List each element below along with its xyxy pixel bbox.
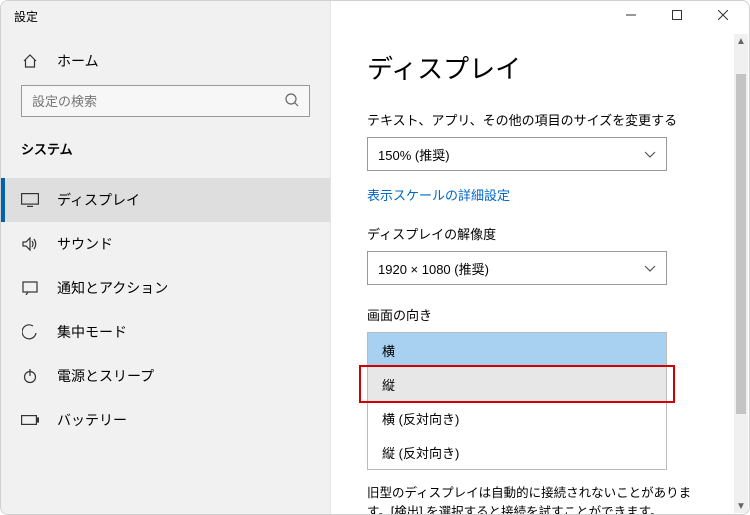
scale-dropdown[interactable]: 150% (推奨) bbox=[367, 137, 667, 171]
display-icon bbox=[21, 193, 39, 207]
scrollbar[interactable]: ▲ ▼ bbox=[734, 34, 748, 513]
sidebar-item-notifications[interactable]: 通知とアクション bbox=[1, 266, 330, 310]
sidebar-item-display[interactable]: ディスプレイ bbox=[1, 178, 330, 222]
sidebar-category: システム bbox=[1, 135, 330, 168]
chevron-down-icon bbox=[644, 261, 656, 276]
sound-icon bbox=[21, 237, 39, 251]
sidebar-item-label: 通知とアクション bbox=[57, 278, 168, 298]
sidebar-nav: ディスプレイ サウンド 通知とアクション 集中モード bbox=[1, 178, 330, 442]
close-button[interactable] bbox=[700, 0, 746, 30]
sidebar-item-label: 集中モード bbox=[57, 322, 127, 342]
search-icon bbox=[284, 92, 300, 111]
minimize-button[interactable] bbox=[608, 0, 654, 30]
orientation-option[interactable]: 縦 (反対向き) bbox=[368, 435, 666, 469]
orientation-label: 画面の向き bbox=[367, 305, 713, 324]
search-input[interactable] bbox=[21, 85, 310, 117]
home-icon bbox=[21, 53, 39, 69]
resolution-value: 1920 × 1080 (推奨) bbox=[378, 259, 489, 278]
orientation-dropdown-open[interactable]: 横 縦 横 (反対向き) 縦 (反対向き) bbox=[367, 332, 667, 470]
sidebar-item-focus[interactable]: 集中モード bbox=[1, 310, 330, 354]
sidebar-item-label: サウンド bbox=[57, 234, 113, 254]
orientation-option[interactable]: 横 bbox=[368, 333, 666, 367]
sidebar-item-battery[interactable]: バッテリー bbox=[1, 398, 330, 442]
scale-label: テキスト、アプリ、その他の項目のサイズを変更する bbox=[367, 110, 713, 129]
scale-value: 150% (推奨) bbox=[378, 145, 450, 164]
scrollbar-thumb[interactable] bbox=[736, 74, 746, 414]
battery-icon bbox=[21, 415, 39, 425]
advanced-scale-link[interactable]: 表示スケールの詳細設定 bbox=[367, 185, 510, 204]
scroll-down-icon[interactable]: ▼ bbox=[734, 499, 748, 513]
orientation-option[interactable]: 縦 bbox=[368, 367, 666, 401]
sidebar-item-label: 電源とスリープ bbox=[57, 366, 154, 386]
orientation-option[interactable]: 横 (反対向き) bbox=[368, 401, 666, 435]
resolution-label: ディスプレイの解像度 bbox=[367, 224, 713, 243]
scroll-up-icon[interactable]: ▲ bbox=[734, 34, 748, 48]
power-icon bbox=[21, 368, 39, 384]
sidebar: ホーム システム ディスプレイ サウンド bbox=[1, 1, 331, 514]
sidebar-item-label: バッテリー bbox=[57, 410, 127, 430]
chevron-down-icon bbox=[644, 147, 656, 162]
sidebar-item-power[interactable]: 電源とスリープ bbox=[1, 354, 330, 398]
notifications-icon bbox=[21, 281, 39, 295]
focus-icon bbox=[21, 324, 39, 340]
footnote-text: 旧型のディスプレイは自動的に接続されないことがあります。[検出] を選択すると接… bbox=[367, 484, 697, 514]
page-title: ディスプレイ bbox=[367, 49, 713, 86]
sidebar-item-label: ディスプレイ bbox=[57, 190, 140, 210]
window-title: 設定 bbox=[0, 8, 38, 25]
main-content: ディスプレイ テキスト、アプリ、その他の項目のサイズを変更する 150% (推奨… bbox=[331, 1, 749, 514]
sidebar-home-label: ホーム bbox=[57, 51, 99, 71]
maximize-button[interactable] bbox=[654, 0, 700, 30]
resolution-dropdown[interactable]: 1920 × 1080 (推奨) bbox=[367, 251, 667, 285]
sidebar-item-sound[interactable]: サウンド bbox=[1, 222, 330, 266]
sidebar-home[interactable]: ホーム bbox=[1, 41, 330, 85]
